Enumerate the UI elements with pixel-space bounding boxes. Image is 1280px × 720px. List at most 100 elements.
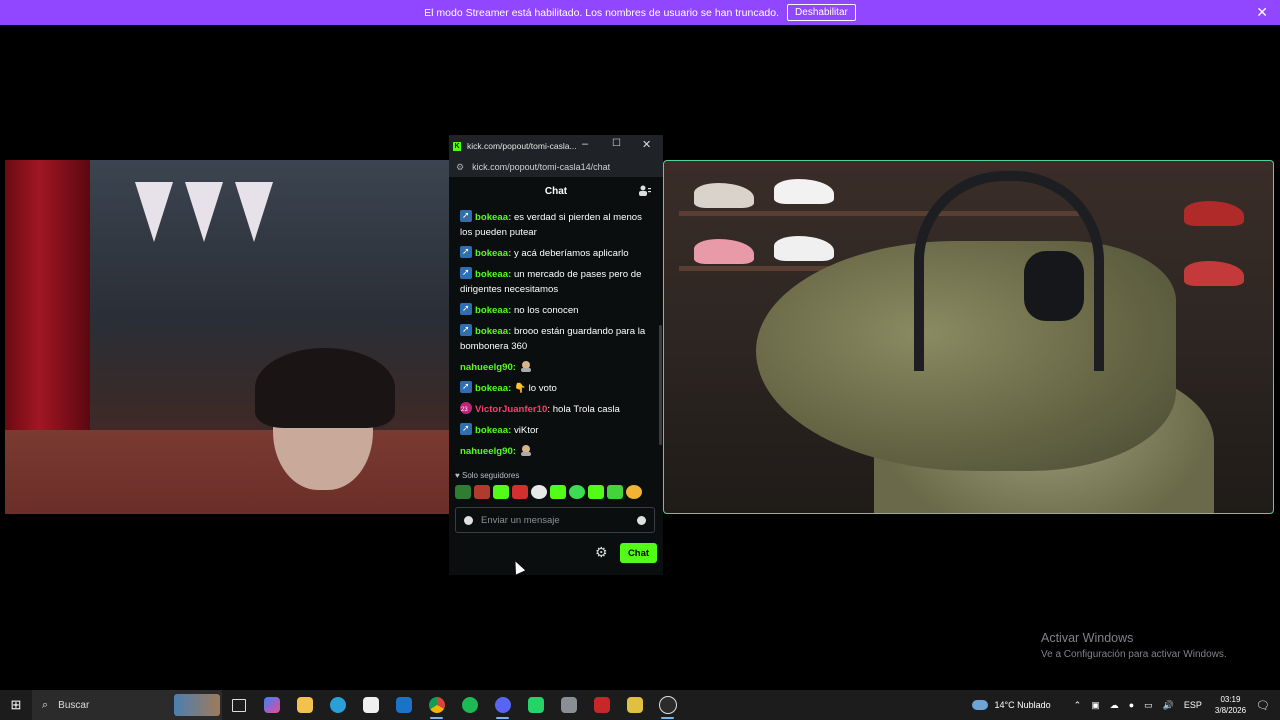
message-text: hola Trola casla bbox=[552, 404, 620, 415]
badge-icon bbox=[460, 379, 472, 394]
outlook-icon[interactable] bbox=[387, 690, 420, 720]
store-icon[interactable] bbox=[354, 690, 387, 720]
window-titlebar[interactable]: K kick.com/popout/tomi-casla... – ☐ ✕ bbox=[449, 135, 663, 157]
pennant bbox=[185, 182, 223, 242]
copilot-icon[interactable] bbox=[255, 690, 288, 720]
emote-icon[interactable] bbox=[474, 485, 490, 499]
activate-windows-watermark: Activar Windows Ve a Configuración para … bbox=[1041, 631, 1227, 660]
emote-icon[interactable] bbox=[626, 485, 642, 499]
emote-icon[interactable] bbox=[512, 485, 528, 499]
shoe bbox=[1184, 261, 1244, 286]
badge-icon bbox=[460, 301, 472, 316]
weather-widget[interactable]: 14°C Nublado bbox=[972, 700, 1051, 710]
shoe bbox=[1184, 201, 1244, 226]
streamer-mode-banner: El modo Streamer está habilitado. Los no… bbox=[0, 0, 1280, 25]
username[interactable]: bokeaa: bbox=[475, 305, 511, 316]
cloud-icon bbox=[972, 700, 989, 710]
username[interactable]: nahueelg90: bbox=[460, 362, 516, 373]
headset-earcup bbox=[1024, 251, 1084, 321]
app-icon[interactable] bbox=[585, 690, 618, 720]
badge-icon bbox=[460, 209, 472, 223]
microphone-icon[interactable]: ● bbox=[1129, 700, 1134, 710]
emote-icon[interactable] bbox=[531, 485, 547, 499]
discord-icon[interactable] bbox=[486, 690, 519, 720]
notifications-icon[interactable]: 🗨 bbox=[1256, 699, 1270, 712]
volume-icon[interactable]: 🔊 bbox=[1163, 700, 1174, 711]
emote-icon[interactable] bbox=[588, 485, 604, 499]
clock[interactable]: 03:19 3/8/2026 bbox=[1215, 694, 1246, 716]
user-settings-icon[interactable] bbox=[639, 185, 651, 196]
person-hair bbox=[255, 348, 395, 428]
taskbar-search[interactable]: ⌕ Buscar bbox=[32, 690, 222, 720]
close-banner-icon[interactable]: ✕ bbox=[1256, 4, 1268, 21]
file-explorer-icon[interactable] bbox=[288, 690, 321, 720]
shoe bbox=[774, 179, 834, 204]
weather-desc: Nublado bbox=[1017, 700, 1051, 710]
username[interactable]: VictorJuanfer10 bbox=[475, 404, 547, 415]
task-view-icon[interactable] bbox=[222, 690, 255, 720]
chevron-up-icon[interactable]: ⌃ bbox=[1074, 700, 1082, 711]
send-chat-button[interactable]: Chat bbox=[620, 543, 657, 563]
followers-only-notice: ♥ Solo seguidores bbox=[455, 471, 519, 480]
username[interactable]: bokeaa: bbox=[475, 212, 511, 223]
chat-settings-gear-icon[interactable]: ⚙ bbox=[595, 544, 608, 561]
whatsapp-icon[interactable] bbox=[519, 690, 552, 720]
shoe bbox=[694, 239, 754, 264]
emote-icon[interactable] bbox=[493, 485, 509, 499]
chat-message-input[interactable]: Enviar un mensaje bbox=[455, 507, 655, 533]
chrome-icon[interactable] bbox=[420, 690, 453, 720]
close-icon[interactable]: ✕ bbox=[642, 138, 651, 151]
emote-icon[interactable] bbox=[455, 485, 471, 499]
bed bbox=[5, 430, 449, 514]
shoe bbox=[694, 183, 754, 208]
emote-icon[interactable] bbox=[569, 485, 585, 499]
username[interactable]: nahueelg90: bbox=[460, 446, 516, 457]
emote-icon[interactable] bbox=[550, 485, 566, 499]
clock-date: 3/8/2026 bbox=[1214, 706, 1247, 715]
chat-message: bokeaa: un mercado de pases pero de diri… bbox=[449, 265, 659, 302]
username[interactable]: bokeaa: bbox=[475, 269, 511, 280]
smiley-icon[interactable] bbox=[637, 516, 646, 525]
username[interactable]: bokeaa: bbox=[475, 248, 511, 259]
chat-messages: bokeaa: es verdad si pierden al menos lo… bbox=[449, 209, 659, 471]
username[interactable]: bokeaa: bbox=[475, 326, 511, 337]
chat-message: bokeaa: viKtor bbox=[449, 421, 659, 443]
minimize-icon[interactable]: – bbox=[582, 138, 588, 150]
chat-message: bokeaa: brooo están guardando para la bo… bbox=[449, 322, 659, 359]
maximize-icon[interactable]: ☐ bbox=[612, 138, 621, 149]
username[interactable]: bokeaa: bbox=[475, 425, 511, 436]
username[interactable]: bokeaa: bbox=[475, 383, 511, 394]
app-icon[interactable] bbox=[552, 690, 585, 720]
kick-logo-icon: K bbox=[453, 141, 461, 151]
badge-icon bbox=[460, 322, 472, 337]
spotify-icon[interactable] bbox=[453, 690, 486, 720]
windows-logo-icon: ⊞ bbox=[10, 697, 22, 712]
language-indicator[interactable]: ESP bbox=[1184, 700, 1202, 710]
video-player-crocodile[interactable] bbox=[663, 160, 1274, 514]
chat-message: VictorJuanfer10: hola Trola casla bbox=[449, 401, 659, 422]
watermark-subtitle: Ve a Configuración para activar Windows. bbox=[1041, 649, 1227, 660]
badge-icon bbox=[460, 421, 472, 436]
onedrive-icon[interactable]: ☁ bbox=[1110, 700, 1119, 711]
search-icon: ⌕ bbox=[42, 698, 49, 711]
tray-app-icon[interactable]: ▣ bbox=[1091, 700, 1100, 711]
message-text: y acá deberíamos aplicarlo bbox=[513, 248, 629, 259]
emote-icon[interactable] bbox=[607, 485, 623, 499]
chat-title: Chat bbox=[544, 185, 568, 197]
badge-icon bbox=[460, 244, 472, 259]
start-button[interactable]: ⊞ bbox=[0, 690, 32, 720]
emote-picker-icon[interactable] bbox=[464, 515, 473, 525]
chat-scrollbar[interactable] bbox=[659, 325, 662, 445]
windows-taskbar: ⊞ ⌕ Buscar 14°C Nublado ⌃ ▣ ☁ ● ▭ 🔊 ESP … bbox=[0, 690, 1280, 720]
shoe bbox=[774, 236, 834, 261]
edge-icon[interactable] bbox=[321, 690, 354, 720]
site-info-icon[interactable]: ⚙ bbox=[456, 162, 464, 173]
disable-streamer-mode-button[interactable]: Deshabilitar bbox=[787, 4, 856, 21]
watermark-title: Activar Windows bbox=[1041, 631, 1134, 645]
point-down-emoji-icon: 👇 bbox=[513, 383, 526, 394]
obs-icon[interactable] bbox=[651, 690, 684, 720]
clock-time: 03:19 bbox=[1220, 695, 1241, 704]
address-bar[interactable]: ⚙ kick.com/popout/tomi-casla14/chat bbox=[449, 157, 663, 177]
network-icon[interactable]: ▭ bbox=[1144, 700, 1153, 711]
app-icon[interactable] bbox=[618, 690, 651, 720]
